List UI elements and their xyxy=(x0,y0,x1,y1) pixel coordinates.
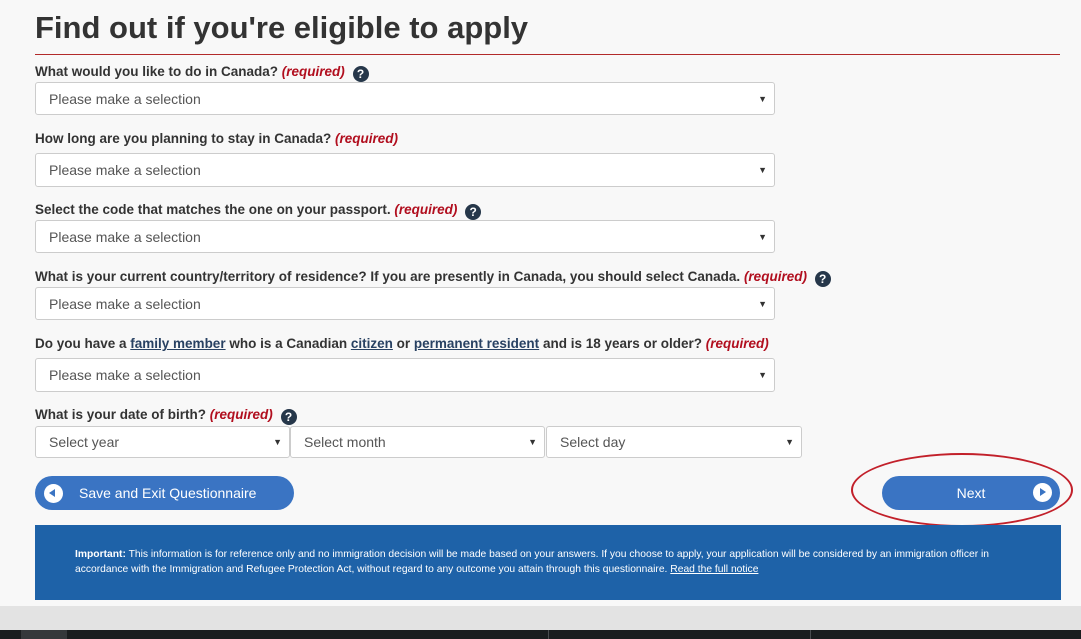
read-full-notice-link[interactable]: Read the full notice xyxy=(670,564,758,575)
dropdown-arrow-icon: ▼ xyxy=(758,370,767,380)
dropdown-arrow-icon: ▼ xyxy=(758,165,767,175)
notice-text: This information is for reference only a… xyxy=(75,549,989,575)
select-placeholder: Please make a selection xyxy=(49,367,201,383)
permanent-resident-link[interactable]: permanent resident xyxy=(414,336,539,351)
dropdown-arrow-icon: ▼ xyxy=(785,437,794,447)
citizen-link[interactable]: citizen xyxy=(351,336,393,351)
required-marker: (required) xyxy=(335,131,399,146)
required-marker: (required) xyxy=(743,269,807,284)
family-member-link[interactable]: family member xyxy=(130,336,225,351)
residence-select[interactable]: Please make a selection ▼ xyxy=(35,287,775,320)
family-member-select[interactable]: Please make a selection ▼ xyxy=(35,358,775,392)
select-placeholder: Select month xyxy=(304,434,386,450)
dropdown-arrow-icon: ▼ xyxy=(758,298,767,309)
taskbar-item[interactable] xyxy=(21,630,67,639)
notice-heading: Important: xyxy=(75,549,126,560)
select-placeholder: Select day xyxy=(560,434,626,450)
question-label-activity: What would you like to do in Canada? (re… xyxy=(35,63,369,82)
birth-month-select[interactable]: Select month ▼ xyxy=(290,426,545,458)
required-marker: (required) xyxy=(705,336,769,351)
required-marker: (required) xyxy=(281,64,345,79)
select-placeholder: Please make a selection xyxy=(49,162,201,178)
birth-day-select[interactable]: Select day ▼ xyxy=(546,426,802,458)
help-question-icon[interactable]: ? xyxy=(814,271,831,287)
question-label-duration: How long are you planning to stay in Can… xyxy=(35,131,399,146)
dropdown-arrow-icon: ▼ xyxy=(758,231,767,242)
question-label-family-member: Do you have a family member who is a Can… xyxy=(35,336,769,351)
activity-select[interactable]: Please make a selection ▼ xyxy=(35,82,775,115)
circle-left-arrow-icon xyxy=(44,483,63,503)
question-label-passport-code: Select the code that matches the one on … xyxy=(35,201,482,220)
title-divider xyxy=(35,54,1060,55)
select-placeholder: Please make a selection xyxy=(49,90,201,107)
question-label-residence: What is your current country/territory o… xyxy=(35,268,831,287)
dropdown-arrow-icon: ▼ xyxy=(273,437,282,447)
birth-year-select[interactable]: Select year ▼ xyxy=(35,426,290,458)
required-marker: (required) xyxy=(209,407,273,422)
save-and-exit-button[interactable]: Save and Exit Questionnaire xyxy=(35,476,294,510)
dropdown-arrow-icon: ▼ xyxy=(758,93,767,104)
select-placeholder: Please make a selection xyxy=(49,295,201,312)
select-placeholder: Select year xyxy=(49,434,120,450)
page-title: Find out if you're eligible to apply xyxy=(35,10,529,45)
help-question-icon[interactable]: ? xyxy=(465,204,482,220)
taskbar-separator xyxy=(810,630,811,639)
highlight-annotation-oval xyxy=(851,453,1073,527)
help-question-icon[interactable]: ? xyxy=(352,66,369,82)
dropdown-arrow-icon: ▼ xyxy=(528,437,537,447)
select-placeholder: Please make a selection xyxy=(49,228,201,245)
important-notice: Important: This information is for refer… xyxy=(35,525,1061,600)
required-marker: (required) xyxy=(394,202,458,217)
save-and-exit-label: Save and Exit Questionnaire xyxy=(79,485,257,501)
help-question-icon[interactable]: ? xyxy=(280,409,297,425)
taskbar-separator xyxy=(548,630,549,639)
question-label-birth-date: What is your date of birth? (required) ? xyxy=(35,406,297,425)
os-taskbar xyxy=(0,630,1081,639)
duration-select[interactable]: Please make a selection ▼ xyxy=(35,153,775,187)
passport-code-select[interactable]: Please make a selection ▼ xyxy=(35,220,775,253)
page-bottom-bar xyxy=(0,606,1081,630)
